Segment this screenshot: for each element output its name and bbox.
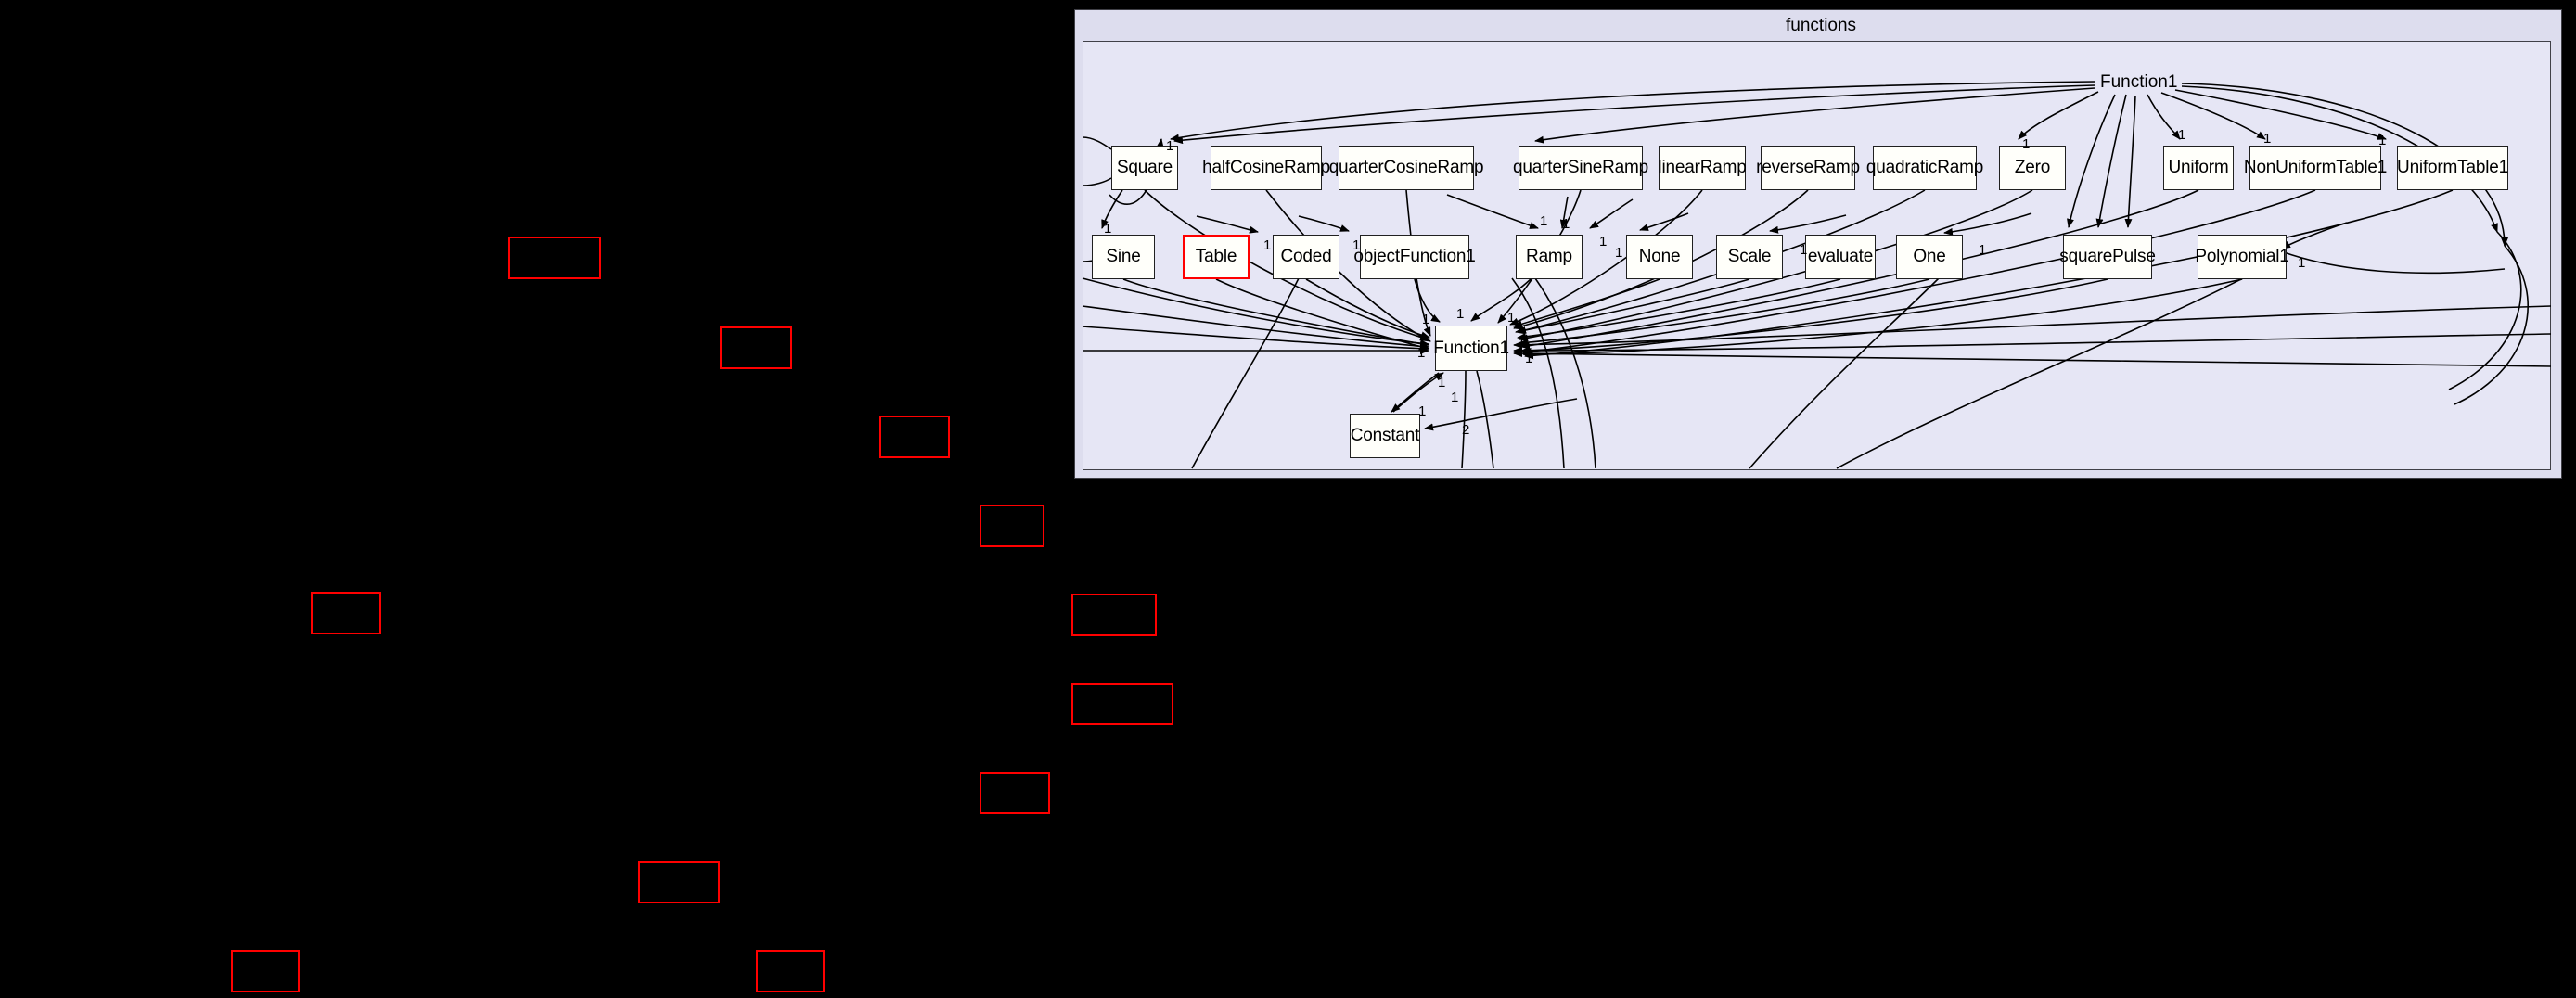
node-label: Table	[1195, 247, 1237, 266]
node-function1-center[interactable]: Function1	[1433, 326, 1509, 371]
node-label: UniformTable1	[2397, 158, 2508, 177]
node-label: None	[1638, 247, 1681, 266]
node-label: objectFunction1	[1353, 247, 1476, 266]
node-polynomial1[interactable]: Polynomial1	[2195, 235, 2289, 279]
edge-label: 1	[1352, 237, 1361, 253]
node-quartercosineramp[interactable]: quarterCosineRamp	[1329, 146, 1484, 190]
edge-label: 1	[1104, 221, 1112, 237]
edge-label: 1	[1518, 334, 1526, 350]
node-label: squarePulse	[2059, 247, 2156, 266]
node-label: Ramp	[1526, 247, 1572, 266]
edge-label: 1	[1417, 345, 1426, 361]
node-evaluate[interactable]: evaluate	[1805, 235, 1876, 279]
ghost-node-box	[980, 772, 1050, 814]
node-quartersineramp[interactable]: quarterSineRamp	[1513, 146, 1648, 190]
node-label: reverseRamp	[1756, 158, 1860, 177]
node-label: One	[1913, 247, 1946, 266]
node-label: Square	[1116, 158, 1173, 177]
edge-label: 1	[1800, 242, 1808, 258]
node-label: Constant	[1350, 426, 1420, 445]
edge-label: 1	[1507, 310, 1516, 326]
node-scale[interactable]: Scale	[1716, 235, 1783, 279]
edge-label: 1	[2178, 127, 2186, 143]
node-squarepulse[interactable]: squarePulse	[2059, 235, 2156, 279]
node-constant[interactable]: Constant	[1350, 414, 1420, 458]
edge-label: 1	[1422, 312, 1430, 327]
node-label: Sine	[1106, 247, 1141, 266]
node-none[interactable]: None	[1626, 235, 1693, 279]
node-halfcosineramp[interactable]: halfCosineRamp	[1202, 146, 1330, 190]
node-uniform[interactable]: Uniform	[2163, 146, 2234, 190]
node-sine[interactable]: Sine	[1092, 235, 1155, 279]
node-uniformtable1[interactable]: UniformTable1	[2397, 146, 2508, 190]
node-reverseramp[interactable]: reverseRamp	[1756, 146, 1860, 190]
node-label: Scale	[1727, 247, 1772, 266]
node-label: linearRamp	[1658, 158, 1747, 177]
edge-label: 1	[1525, 351, 1533, 366]
node-ramp[interactable]: Ramp	[1516, 235, 1583, 279]
cluster-function1-label: Function1	[2100, 72, 2178, 92]
node-label: quadraticRamp	[1865, 158, 1984, 177]
edge-label: 1	[1438, 375, 1446, 390]
node-label: Function1	[1433, 338, 1509, 358]
node-label: Zero	[2014, 158, 2051, 177]
cluster-functions-label: functions	[1786, 16, 1857, 35]
node-table[interactable]: Table	[1183, 235, 1250, 279]
ghost-node-box	[879, 416, 950, 458]
ghost-node-box	[231, 950, 300, 992]
edge-label: 1	[1615, 245, 1623, 261]
edge-label: 1	[2022, 136, 2031, 152]
edge-label: 1	[1540, 213, 1548, 229]
node-label: halfCosineRamp	[1202, 158, 1330, 177]
node-label: NonUniformTable1	[2243, 158, 2388, 177]
node-coded[interactable]: Coded	[1273, 235, 1339, 279]
ghost-node-box	[980, 505, 1044, 547]
ghost-node-box	[508, 237, 601, 279]
ghost-node-box	[311, 592, 381, 634]
ghost-node-box	[756, 950, 825, 992]
node-one[interactable]: One	[1896, 235, 1963, 279]
edge-label: 1	[1451, 390, 1459, 405]
edge-label: 1	[1418, 403, 1427, 419]
node-label: quarterSineRamp	[1513, 158, 1648, 177]
edge-label: 1	[2378, 133, 2387, 148]
edge-label: 1	[1562, 216, 1570, 232]
ghost-node-box	[1071, 683, 1173, 725]
ghost-node-box	[638, 861, 720, 903]
edge-label: 1	[1263, 237, 1272, 253]
edge-label: 1	[2263, 131, 2272, 147]
edge-label: 2	[1462, 422, 1470, 438]
node-quadraticramp[interactable]: quadraticRamp	[1866, 146, 1983, 190]
node-zero[interactable]: Zero	[1999, 146, 2066, 190]
node-label: Coded	[1280, 247, 1332, 266]
node-label: quarterCosineRamp	[1328, 158, 1484, 177]
ghost-node-box	[720, 326, 792, 369]
node-linearramp[interactable]: linearRamp	[1658, 146, 1747, 190]
node-objectfunction1[interactable]: objectFunction1	[1353, 235, 1476, 279]
ghost-node-box	[1071, 594, 1157, 636]
node-label: Uniform	[2168, 158, 2229, 177]
edge-label: 1	[1979, 242, 1987, 258]
node-label: Polynomial1	[2195, 247, 2289, 266]
node-nonuniformtable1[interactable]: NonUniformTable1	[2244, 146, 2387, 190]
node-label: evaluate	[1807, 247, 1874, 266]
edge-label: 1	[1166, 138, 1174, 154]
edge-label: 1	[1599, 234, 1608, 250]
edge-label: 1	[1456, 306, 1465, 322]
edge-label: 1	[2298, 255, 2306, 271]
graph-canvas: functions Function1 Square halfCosineRam…	[0, 0, 2576, 998]
